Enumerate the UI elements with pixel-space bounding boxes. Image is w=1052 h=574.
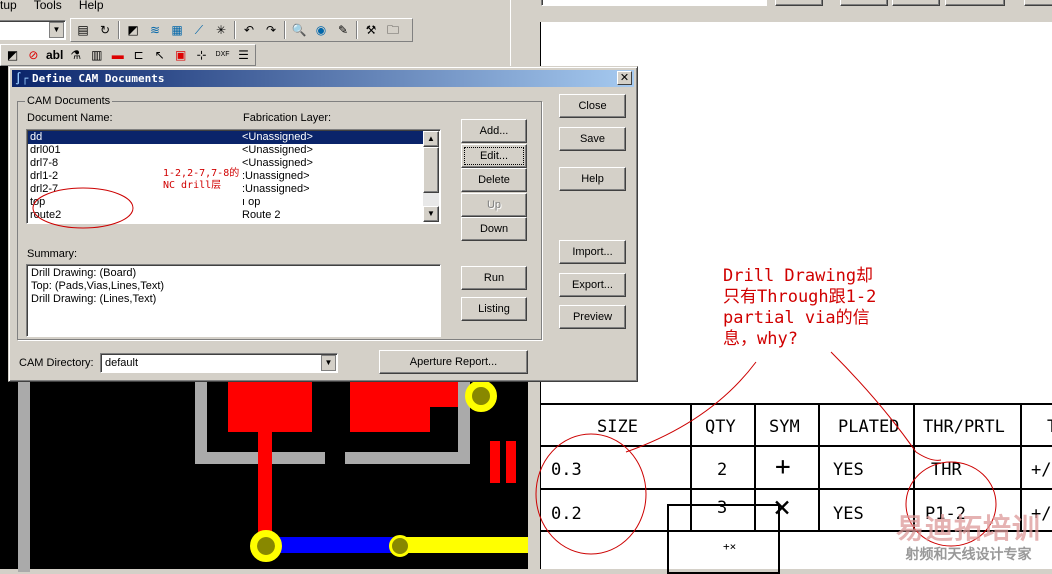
summary-line: Top: (Pads,Vias,Lines,Text)	[31, 280, 165, 292]
cam-documents-group: CAM Documents Document Name: Fabrication…	[17, 95, 542, 340]
close-icon[interactable]: ✕	[617, 71, 632, 85]
up-button[interactable]: Up	[461, 193, 527, 217]
note-line: 只有Through跟1-2	[723, 287, 877, 307]
drafting-toolbar: ◩ ⊘ abl ⚗ ▥ ▬ ⊏ ↖ ▣ ⊹ DXF ☰	[0, 44, 256, 66]
dimension-icon[interactable]: ⊹	[193, 47, 210, 63]
column-document-name: Document Name:	[27, 112, 113, 124]
summary-line: Drill Drawing: (Lines,Text)	[31, 293, 157, 305]
watermark: 易迪拓培训 射频和天线设计专家	[896, 514, 1041, 564]
fabrication-layer: Route 2	[242, 209, 281, 221]
zoom-icon[interactable]: 🔍	[290, 22, 308, 38]
library-icon[interactable]: ▥	[88, 47, 105, 63]
run-button[interactable]: Run	[461, 266, 527, 290]
watermark-subtitle: 射频和天线设计专家	[905, 546, 1032, 562]
add-button[interactable]: Add...	[461, 119, 527, 143]
copper-icon[interactable]: ▬	[109, 47, 126, 63]
board-icon[interactable]: ▣	[172, 47, 189, 63]
drawing-note: Drill Drawing却 只有Through跟1-2 partial via…	[723, 266, 876, 350]
note-line: NC drill层	[163, 180, 222, 191]
route-icon[interactable]: ⟋	[190, 22, 208, 38]
chevron-down-icon[interactable]: ▼	[321, 355, 336, 371]
cluster-icon[interactable]: ✳	[212, 22, 230, 38]
main-toolbar: ▤ ↻ ◩ ≋ ▦ ⟋ ✳ ↶ ↷ 🔍 ◉ ✎ ⚒ 🗀	[70, 18, 413, 42]
column-fabrication-layer: Fabrication Layer:	[243, 112, 332, 124]
summary-line: Drill Drawing: (Board)	[31, 267, 137, 279]
plane-icon[interactable]: ▦	[168, 22, 186, 38]
fabrication-layer: <Unassigned>	[242, 144, 313, 156]
scroll-down-icon[interactable]: ▼	[423, 206, 439, 222]
list-note: 1-2,2-7,7-8的 NC drill层	[163, 168, 239, 192]
via	[389, 535, 411, 557]
redraw-icon[interactable]: ↻	[96, 22, 114, 38]
fabrication-layer: ı op	[242, 196, 261, 208]
paint-icon[interactable]: ✎	[334, 22, 352, 38]
report-icon[interactable]: ☰	[235, 47, 252, 63]
preview-button[interactable]: Preview	[559, 305, 626, 329]
title-bar[interactable]: ∫┌ Define CAM Documents ✕	[12, 70, 634, 87]
toolbar-separator	[234, 21, 236, 39]
menu-help[interactable]: Help	[79, 0, 104, 12]
down-button[interactable]: Down	[461, 217, 527, 241]
listing-button[interactable]: Listing	[461, 297, 527, 321]
scroll-thumb[interactable]	[423, 147, 439, 193]
document-name: dd	[30, 131, 43, 143]
view-icon[interactable]: ◉	[312, 22, 330, 38]
save-button[interactable]: Save	[559, 127, 626, 151]
help-button[interactable]: Help	[559, 167, 626, 191]
layer-dropdown[interactable]: ▼	[0, 20, 66, 40]
fabrication-layer: <Unassigned>	[242, 157, 313, 169]
export-button[interactable]: Export...	[559, 273, 626, 297]
list-scrollbar[interactable]: ▲ ▼	[423, 131, 439, 222]
cam-directory-value: default	[105, 357, 139, 369]
note-line: 1-2,2-7,7-8的	[163, 168, 240, 179]
cam-directory-label: CAM Directory:	[19, 357, 94, 369]
scroll-up-icon[interactable]: ▲	[423, 131, 439, 147]
redo-icon[interactable]: ↷	[262, 22, 280, 38]
fabrication-layer: :Unassigned>	[242, 170, 310, 182]
summary-label: Summary:	[27, 248, 78, 260]
summary-box[interactable]: Drill Drawing: (Board) Top: (Pads,Vias,L…	[26, 264, 441, 337]
note-line: partial via的信	[723, 308, 870, 328]
fabrication-layer: :Unassigned>	[242, 183, 310, 195]
hammer-icon[interactable]: ⚒	[362, 22, 380, 38]
document-row[interactable]: drl001 <Unassigned>	[28, 144, 423, 157]
document-row[interactable]: dd <Unassigned>	[28, 131, 423, 144]
pour-icon[interactable]: ≋	[146, 22, 164, 38]
aperture-report-button[interactable]: Aperture Report...	[379, 350, 528, 374]
group-label: CAM Documents	[25, 95, 113, 107]
menu-bar: tup Tools Help	[0, 0, 530, 12]
watermark-title: 易迪拓培训	[896, 513, 1042, 544]
define-cam-dialog: ∫┌ Define CAM Documents ✕ CAM Documents …	[8, 66, 638, 382]
drc-icon[interactable]: ⊘	[25, 47, 42, 63]
text-icon[interactable]: abl	[46, 47, 63, 63]
via	[465, 380, 497, 412]
toolbar-separator	[118, 21, 120, 39]
select-icon[interactable]: ◩	[4, 47, 21, 63]
import-button[interactable]: Import...	[559, 240, 626, 264]
select-icon[interactable]: ◩	[124, 22, 142, 38]
annotation-ellipse	[32, 187, 134, 229]
toolbar-separator	[284, 21, 286, 39]
pointer-icon[interactable]: ↖	[151, 47, 168, 63]
dxf-icon[interactable]: DXF	[214, 47, 231, 63]
app-icon: ∫┌	[15, 72, 29, 85]
fabrication-layer: <Unassigned>	[242, 131, 313, 143]
toolbar-separator	[356, 21, 358, 39]
open-icon[interactable]: 🗀	[384, 22, 402, 38]
cam-directory-select[interactable]: default ▼	[100, 353, 338, 373]
chevron-down-icon[interactable]: ▼	[49, 22, 64, 38]
menu-setup[interactable]: tup	[0, 0, 17, 12]
delete-button[interactable]: Delete	[461, 168, 527, 192]
eco-icon[interactable]: ⚗	[67, 47, 84, 63]
note-line: Drill Drawing却	[723, 266, 874, 286]
menu-tools[interactable]: Tools	[34, 0, 62, 12]
via	[250, 530, 282, 562]
outline-icon[interactable]: ⊏	[130, 47, 147, 63]
dialog-title: Define CAM Documents	[32, 72, 165, 85]
edit-button[interactable]: Edit...	[461, 144, 527, 168]
undo-icon[interactable]: ↶	[240, 22, 258, 38]
properties-icon[interactable]: ▤	[74, 22, 92, 38]
document-name: drl001	[30, 144, 61, 156]
close-button[interactable]: Close	[559, 94, 626, 118]
